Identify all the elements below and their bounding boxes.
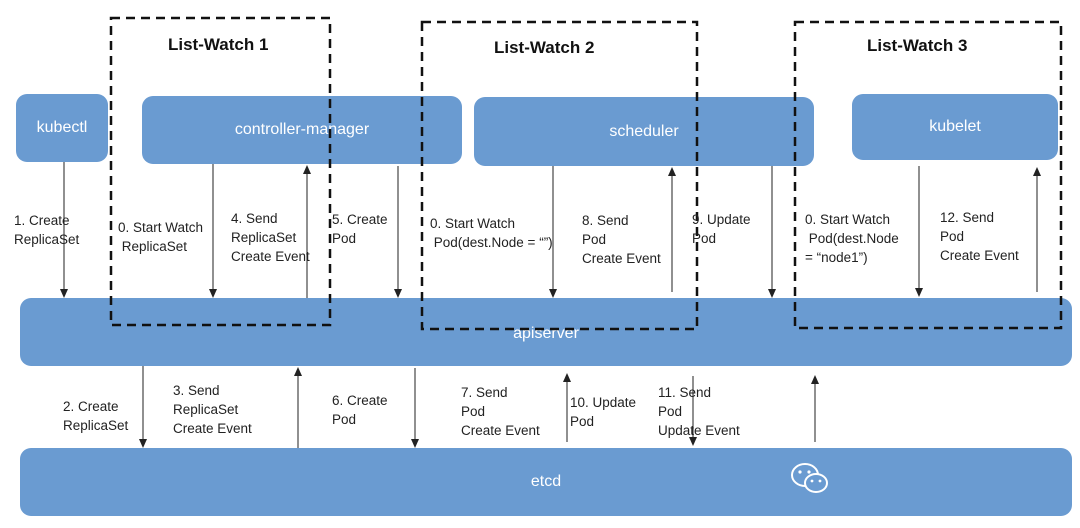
step-3-label: 3. Send ReplicaSet Create Event <box>173 383 252 436</box>
diagram: kubectl controller-manager scheduler kub… <box>0 0 1080 528</box>
list-watch-3-group <box>793 20 1063 330</box>
list-watch-3-title: List-Watch 3 <box>867 36 968 55</box>
watermark <box>790 462 830 496</box>
step-4-label: 4. Send ReplicaSet Create Event <box>231 211 310 264</box>
list-watch-1-title: List-Watch 1 <box>168 35 269 54</box>
step-12-label: 12. Send Pod Create Event <box>940 210 1019 263</box>
step-10-label: 10. Update Pod <box>570 395 637 429</box>
step-2-label: 2. Create ReplicaSet <box>63 399 129 433</box>
step-0b-label: 0. Start Watch Pod(dest.Node = “”) <box>430 216 553 250</box>
list-watch-2-group <box>420 20 699 331</box>
step-11-label: 11. Send Pod Update Event <box>658 385 740 438</box>
step-6-label: 6. Create Pod <box>332 393 388 427</box>
step-0a-label: 0. Start Watch ReplicaSet <box>118 220 204 254</box>
step-8-label: 8. Send Pod Create Event <box>582 213 661 266</box>
step-0c-label: 0. Start Watch Pod(dest.Node = “node1”) <box>805 212 899 265</box>
list-watch-1-group <box>109 16 332 327</box>
step-5-label: 5. Create Pod <box>332 212 388 246</box>
list-watch-2-title: List-Watch 2 <box>494 38 595 57</box>
wechat-icon <box>791 463 828 493</box>
step-1-label: 1. Create ReplicaSet <box>14 213 80 247</box>
step-7-label: 7. Send Pod Create Event <box>461 385 540 438</box>
arrows-layer <box>60 16 1063 448</box>
step-9-label: 9. Update Pod <box>692 212 751 246</box>
